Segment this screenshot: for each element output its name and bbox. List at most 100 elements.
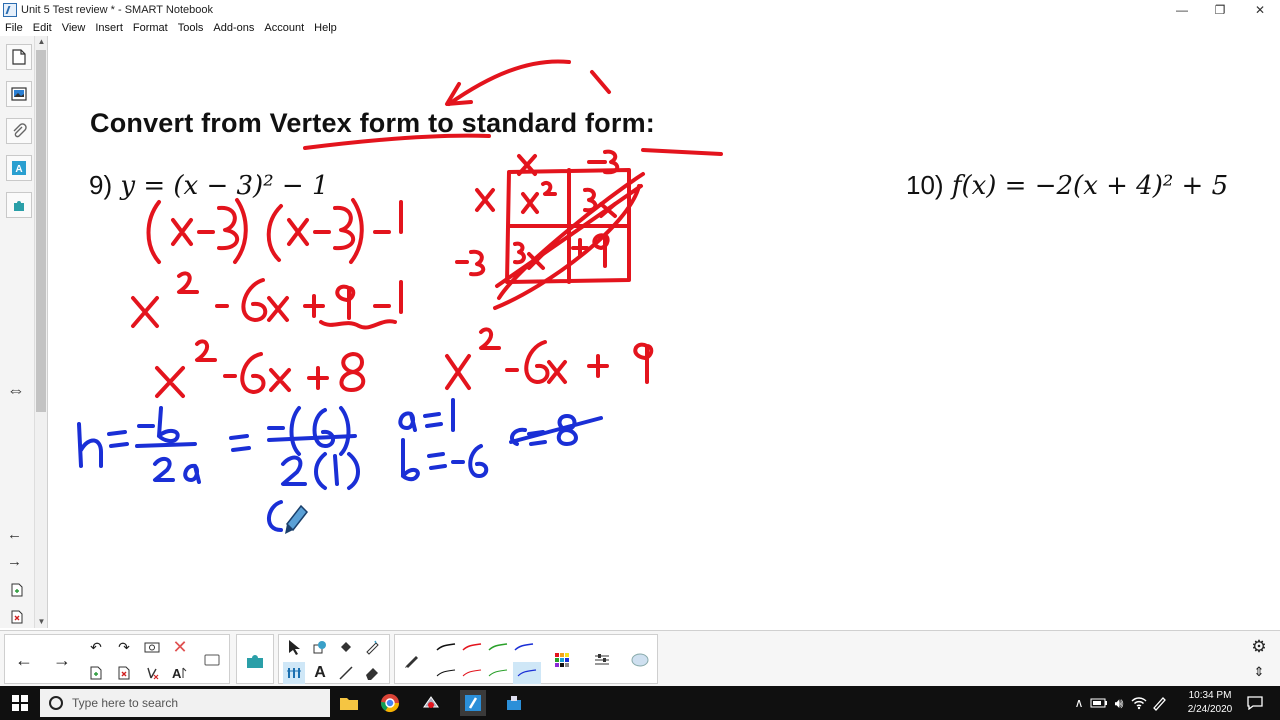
screen-capture-icon[interactable] — [141, 636, 163, 658]
redo-icon[interactable]: ↷ — [113, 636, 135, 658]
svg-text:A: A — [15, 164, 22, 175]
add-ons-icon — [14, 201, 24, 211]
resize-arrows-icon[interactable]: ⇔ — [7, 380, 25, 401]
clock-time: 10:34 PM — [1188, 690, 1232, 701]
next-page-icon[interactable]: → — [51, 649, 73, 671]
gallery-tab[interactable] — [6, 81, 32, 107]
pen-green-icon[interactable] — [487, 636, 509, 658]
taskbar-clock[interactable]: 10:34 PM 2/24/2020 — [1180, 689, 1240, 717]
pen-workspace-icon[interactable] — [1146, 690, 1172, 716]
ink-blue-2a — [153, 456, 201, 484]
file-explorer-icon[interactable] — [336, 690, 362, 716]
undo-icon[interactable]: ↶ — [85, 636, 107, 658]
insert-page-icon[interactable] — [85, 662, 107, 684]
shapes-tool-icon[interactable] — [309, 636, 331, 658]
chrome-icon[interactable] — [377, 690, 403, 716]
menu-insert[interactable]: Insert — [90, 22, 128, 34]
eraser-tool-icon[interactable] — [361, 662, 383, 684]
title-bar: Unit 5 Test review * - SMART Notebook — … — [0, 0, 1280, 20]
pen-thin-green-icon[interactable] — [487, 662, 509, 684]
menu-tools[interactable]: Tools — [173, 22, 209, 34]
taskbar-search-box[interactable]: Type here to search — [40, 689, 330, 717]
text-tool-icon[interactable]: A — [309, 662, 331, 684]
ink-red-line-3 — [155, 339, 366, 398]
next-page-arrow-icon[interactable]: → — [7, 553, 22, 570]
properties-tab[interactable]: A — [6, 155, 32, 181]
scroll-down-icon[interactable]: ▼ — [35, 616, 48, 628]
magic-pen-icon[interactable] — [361, 636, 383, 658]
menu-file[interactable]: File — [0, 22, 28, 34]
pen-type-icon[interactable] — [401, 649, 423, 671]
move-toolbar-icon[interactable]: ⇕ — [1248, 661, 1270, 683]
previous-page-icon[interactable]: ← — [13, 649, 35, 671]
select-tool-icon[interactable] — [283, 636, 305, 658]
fill-tool-icon[interactable] — [335, 636, 357, 658]
windows-start-icon[interactable] — [7, 690, 33, 716]
attachments-tab[interactable] — [6, 118, 32, 144]
line-tool-icon[interactable] — [335, 662, 357, 684]
minimize-button[interactable]: — — [1162, 0, 1202, 20]
ink-red-line-2 — [131, 271, 403, 328]
ink-red-underline-2 — [641, 148, 723, 156]
attachments-icon — [13, 123, 27, 138]
color-palette-icon[interactable] — [551, 649, 573, 671]
menu-view[interactable]: View — [57, 22, 91, 34]
close-button[interactable]: ✕ — [1240, 0, 1280, 20]
ink-blue-2-of-1 — [281, 452, 360, 490]
ink-blue-b-equals-neg6 — [401, 438, 489, 482]
menu-add-ons[interactable]: Add-ons — [208, 22, 259, 34]
delete-page-button[interactable] — [8, 608, 26, 626]
gallery-icon — [11, 87, 27, 101]
scroll-up-icon[interactable]: ▲ — [35, 36, 48, 48]
scroll-thumb[interactable] — [36, 50, 46, 412]
clock-date: 2/24/2020 — [1187, 704, 1233, 715]
ink-red-tick — [590, 70, 611, 94]
show-hide-screen-icon[interactable] — [201, 649, 223, 671]
puzzle-addon-icon[interactable] — [244, 649, 266, 671]
restore-button[interactable]: ❐ — [1200, 0, 1240, 20]
ink-blue-6-start — [267, 500, 283, 532]
properties-icon: A — [12, 161, 26, 175]
windows-taskbar: Type here to search ∧ 🔊︎ 10:34 PM 2/24/2… — [0, 686, 1280, 720]
smart-notebook-app-icon — [3, 3, 17, 17]
pen-black-icon[interactable] — [435, 636, 457, 658]
ink-red-arrow — [447, 59, 571, 106]
document-camera-icon[interactable] — [501, 690, 527, 716]
menu-edit[interactable]: Edit — [28, 22, 57, 34]
delete-page-icon — [11, 610, 23, 624]
smart-notebook-taskbar-icon[interactable] — [460, 690, 486, 716]
menu-account[interactable]: Account — [259, 22, 309, 34]
settings-gear-icon[interactable]: ⚙ — [1248, 636, 1270, 658]
add-ons-tab[interactable] — [6, 192, 32, 218]
table-tool-icon[interactable] — [283, 662, 305, 684]
pen-thin-blue-icon[interactable] — [513, 662, 541, 684]
svg-text:A: A — [172, 666, 182, 681]
pen-thin-black-icon[interactable] — [435, 662, 457, 684]
effects-icon[interactable] — [629, 649, 651, 671]
vertical-scrollbar[interactable]: ▲ ▼ — [34, 36, 47, 628]
notebook-page[interactable]: Convert from Vertex form to standard for… — [49, 36, 1280, 628]
page-sorter-icon — [12, 49, 26, 65]
previous-page-arrow-icon[interactable]: ← — [7, 526, 22, 543]
ink-red-line-4 — [445, 327, 654, 390]
ink-blue-minus-b — [137, 406, 180, 444]
toolbar-group-pens — [394, 634, 658, 684]
bottom-toolbar: ← → ↶ ↷ ✕ A A ⚙ ⇕ — [0, 630, 1280, 686]
add-page-button[interactable] — [8, 581, 26, 599]
remove-page-icon[interactable] — [113, 662, 135, 684]
menu-format[interactable]: Format — [128, 22, 173, 34]
line-properties-icon[interactable] — [591, 649, 613, 671]
toolbar-group-tools: A — [278, 634, 390, 684]
ink-blue-h — [77, 422, 103, 468]
text-recognition-icon[interactable]: A — [169, 662, 191, 684]
page-sorter-tab[interactable] — [6, 44, 32, 70]
app-tool-icon[interactable] — [418, 690, 444, 716]
pen-cursor-icon — [285, 504, 308, 534]
action-center-icon[interactable] — [1242, 690, 1268, 716]
delete-icon[interactable]: ✕ — [169, 636, 191, 658]
menu-help[interactable]: Help — [309, 22, 342, 34]
clear-ink-icon[interactable] — [141, 662, 163, 684]
pen-red-icon[interactable] — [461, 636, 483, 658]
pen-blue-icon[interactable] — [513, 636, 535, 658]
pen-thin-red-icon[interactable] — [461, 662, 483, 684]
